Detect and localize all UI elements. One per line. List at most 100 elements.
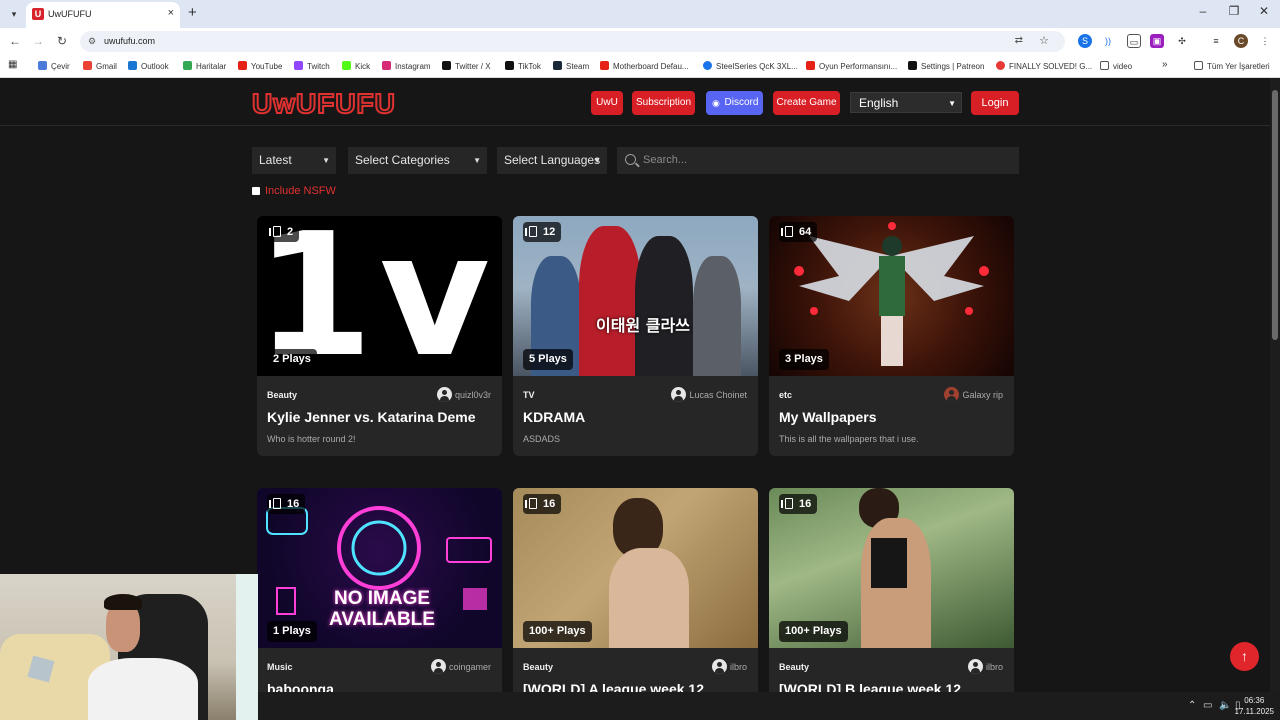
bookmark-item[interactable]: FINALLY SOLVED! G...: [996, 61, 1092, 71]
card-title[interactable]: My Wallpapers: [779, 409, 877, 425]
restore-icon[interactable]: ❐: [1219, 4, 1249, 18]
bookmark-item[interactable]: Outlook: [128, 61, 169, 71]
bookmark-item[interactable]: Instagram: [382, 61, 431, 71]
bookmark-item[interactable]: Gmail: [83, 61, 117, 71]
close-window-icon[interactable]: ✕: [1249, 4, 1279, 18]
translate-icon[interactable]: ⇄: [1015, 35, 1023, 46]
network-icon[interactable]: ▭: [1203, 700, 1212, 711]
card-title[interactable]: [WORLD] A league week 12: [523, 681, 704, 692]
bookmark-folder[interactable]: video: [1100, 61, 1132, 71]
filter-bar: Latest ▼ Select Categories ▼ Select Lang…: [0, 147, 1270, 175]
bookmark-item[interactable]: Twitter / X: [442, 61, 491, 71]
chevron-down-icon: ▼: [948, 99, 956, 108]
extension-icon[interactable]: ▭: [1127, 34, 1141, 48]
site-info-icon[interactable]: ⚙: [88, 36, 96, 47]
uwu-button[interactable]: UwU: [591, 91, 623, 115]
game-card[interactable]: NO IMAGE AVAILABLE 16 1 Plays Music coin…: [257, 488, 502, 692]
thumbnail-text: NO IMAGE AVAILABLE: [329, 588, 435, 630]
bookmark-item[interactable]: Haritalar: [183, 61, 226, 71]
tab-search-icon[interactable]: ▾: [6, 6, 22, 22]
language-select[interactable]: English ▼: [850, 92, 962, 113]
apps-grid-icon[interactable]: ▦: [8, 59, 17, 70]
volume-icon[interactable]: 🔈: [1219, 700, 1231, 711]
bookmark-item[interactable]: Kick: [342, 61, 370, 71]
subscription-button[interactable]: Subscription: [632, 91, 695, 115]
nsfw-label[interactable]: Include NSFW: [265, 185, 336, 197]
kebab-menu-icon[interactable]: ⋮: [1258, 34, 1272, 48]
card-author[interactable]: Galaxy rip: [944, 387, 1003, 402]
card-author[interactable]: ilbro: [711, 659, 747, 674]
scroll-to-top-button[interactable]: ↑: [1230, 642, 1259, 671]
new-tab-icon[interactable]: +: [188, 4, 197, 21]
extension-icon[interactable]: S: [1078, 34, 1092, 48]
card-description: Who is hotter round 2!: [267, 434, 356, 444]
back-icon[interactable]: ←: [7, 34, 23, 48]
categories-select[interactable]: Select Categories ▼: [348, 147, 487, 174]
os-taskbar: ⌃ ▭ 🔈 ▯ 06:36 17.11.2025: [258, 692, 1280, 720]
bookmarks-overflow-icon[interactable]: »: [1162, 59, 1168, 70]
user-icon: [671, 387, 687, 402]
reload-icon[interactable]: ↻: [54, 34, 70, 48]
card-title[interactable]: baboonga: [267, 681, 334, 692]
chevron-down-icon: ▼: [593, 156, 601, 165]
extension-icon[interactable]: )): [1101, 34, 1115, 48]
url-text[interactable]: uwufufu.com: [104, 36, 155, 46]
bookmark-item[interactable]: Steam: [553, 61, 589, 71]
bookmark-item[interactable]: Settings | Patreon: [908, 61, 984, 71]
game-card[interactable]: 16 100+ Plays Beauty ilbro [WORLD] A lea…: [513, 488, 758, 692]
user-icon: [430, 659, 446, 674]
reading-list-icon[interactable]: ≡: [1209, 34, 1223, 48]
card-author[interactable]: coingamer: [430, 659, 491, 674]
profile-avatar[interactable]: C: [1234, 34, 1248, 48]
plays-badge: 100+ Plays: [523, 621, 592, 642]
bookmarks-bar: ▦ Çevir Gmail Outlook Haritalar YouTube …: [0, 55, 1280, 78]
card-category: Beauty: [267, 390, 298, 400]
card-title[interactable]: Kylie Jenner vs. Katarina Deme: [267, 409, 476, 425]
nsfw-checkbox[interactable]: [252, 187, 260, 195]
card-author[interactable]: quizl0v3r: [436, 387, 491, 402]
item-count-badge: 16: [267, 494, 306, 514]
game-card[interactable]: 1v1 2 2 Plays Beauty quizl0v3r Kylie Jen…: [257, 216, 502, 456]
system-clock[interactable]: 06:36 17.11.2025: [1235, 695, 1274, 717]
scrollbar-thumb[interactable]: [1272, 90, 1278, 340]
bookmark-item[interactable]: Motherboard Defau...: [600, 61, 689, 71]
sort-value: Latest: [259, 153, 292, 167]
bookmark-star-icon[interactable]: ☆: [1039, 34, 1049, 47]
login-button[interactable]: Login: [971, 91, 1019, 115]
search-input[interactable]: Search...: [617, 147, 1019, 174]
bookmark-item[interactable]: Twitch: [294, 61, 330, 71]
item-count-badge: 2: [267, 222, 300, 242]
card-author[interactable]: Lucas Choinet: [671, 387, 747, 402]
card-title[interactable]: KDRAMA: [523, 409, 585, 425]
close-tab-icon[interactable]: ×: [168, 7, 174, 19]
forward-icon[interactable]: →: [30, 34, 46, 48]
card-author[interactable]: ilbro: [967, 659, 1003, 674]
address-bar-row: ← → ↻ ⚙ uwufufu.com ⇄ ☆ S )) ▭ ▣ ✣ ≡ C ⋮: [0, 28, 1280, 55]
site-favicon-icon: U: [32, 8, 44, 20]
search-icon: [625, 154, 636, 165]
card-title[interactable]: [WORLD] B league week 12: [779, 681, 961, 692]
create-game-button[interactable]: Create Game: [773, 91, 840, 115]
puzzle-icon[interactable]: ✣: [1175, 34, 1189, 48]
game-card[interactable]: 이태원 클라쓰 12 5 Plays TV Lucas Choinet KDRA…: [513, 216, 758, 456]
card-category: etc: [779, 390, 793, 400]
bookmark-item[interactable]: Çevir: [38, 61, 70, 71]
bookmark-item[interactable]: SteelSeries QcK 3XL...: [703, 61, 798, 71]
extension-icon[interactable]: ▣: [1150, 34, 1164, 48]
plays-badge: 1 Plays: [267, 621, 317, 642]
bookmark-item[interactable]: Oyun Performansını...: [806, 61, 897, 71]
browser-tab[interactable]: U UwUFUFU ×: [26, 2, 180, 28]
game-card[interactable]: 16 100+ Plays Beauty ilbro [WORLD] B lea…: [769, 488, 1014, 692]
bookmark-item[interactable]: YouTube: [238, 61, 282, 71]
bookmark-item[interactable]: TikTok: [505, 61, 541, 71]
tray-chevron-up-icon[interactable]: ⌃: [1188, 700, 1196, 711]
minimize-icon[interactable]: –: [1188, 4, 1218, 18]
discord-button[interactable]: ◉ Discord: [706, 91, 763, 115]
game-card[interactable]: 64 3 Plays etc Galaxy rip My Wallpapers …: [769, 216, 1014, 456]
page-scrollbar[interactable]: [1270, 78, 1280, 692]
sort-select[interactable]: Latest ▼: [252, 147, 336, 174]
languages-select[interactable]: Select Languages ▼: [497, 147, 607, 174]
site-logo[interactable]: UwUFUFU: [251, 87, 396, 120]
all-bookmarks-folder[interactable]: Tüm Yer İşaretleri: [1194, 61, 1270, 71]
url-bar[interactable]: ⚙ uwufufu.com ⇄ ☆: [80, 31, 1065, 52]
